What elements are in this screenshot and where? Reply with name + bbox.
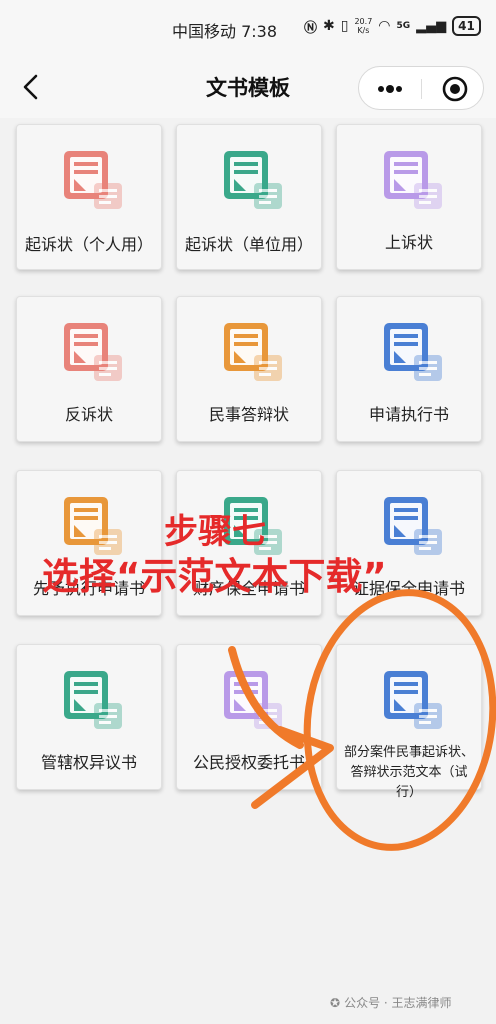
chat-doc-icon	[224, 323, 282, 381]
template-label: 管辖权异议书	[40, 753, 137, 772]
capsule-divider	[421, 79, 422, 99]
signal-label: 5G	[396, 21, 411, 31]
calendar-doc-icon	[64, 323, 122, 381]
net-speed-unit: K/s	[357, 26, 370, 35]
net-speed-value: 20.7	[354, 17, 373, 26]
template-label: 反诉状	[64, 405, 113, 424]
template-label: 申请执行书	[368, 405, 449, 424]
nfc-icon: Ⓝ	[304, 20, 318, 36]
watermark: ✪ 公众号 · 王志满律师	[330, 994, 452, 1011]
template-card[interactable]: 起诉状（个人用）	[16, 124, 162, 270]
mini-program-capsule	[358, 66, 484, 110]
gavel-doc-icon	[384, 323, 442, 381]
template-label: 起诉状（单位用）	[184, 235, 313, 254]
status-icons: Ⓝ ✱ ▯ 20.7 K/s ◠ 5G ▂▄▆ 41	[304, 16, 481, 36]
vibrate-icon: ▯	[340, 18, 349, 34]
template-card-sample-text[interactable]: 部分案件民事起诉状、答辩状示范文本（试行）	[336, 644, 482, 800]
net-speed: 20.7 K/s	[354, 17, 372, 35]
template-card[interactable]: 申请执行书	[336, 296, 482, 442]
list-doc-icon	[384, 497, 442, 555]
watermark-text: 公众号 · 王志满律师	[344, 996, 452, 1010]
template-label: 民事答辩状	[208, 405, 289, 424]
wifi-icon: ◠	[378, 18, 391, 34]
table-doc-icon	[64, 671, 122, 729]
template-card[interactable]: 公民授权委托书	[176, 644, 322, 790]
template-card[interactable]: 反诉状	[16, 296, 162, 442]
template-card[interactable]: 上诉状	[336, 124, 482, 270]
nav-bar: 文书模板	[0, 58, 496, 118]
more-icon[interactable]	[375, 75, 405, 103]
building-doc-icon	[224, 151, 282, 209]
scale-doc-icon	[384, 151, 442, 209]
hand-doc-icon	[224, 671, 282, 729]
signal-icon: ▂▄▆	[416, 18, 447, 34]
person-doc-icon	[64, 151, 122, 209]
wechat-icon: ✪	[330, 995, 341, 1010]
bluetooth-icon: ✱	[323, 18, 335, 34]
template-label: 公民授权委托书	[192, 753, 305, 772]
template-label: 部分案件民事起诉状、答辩状示范文本（试行）	[343, 745, 474, 800]
template-card[interactable]: 管辖权异议书	[16, 644, 162, 790]
template-label: 上诉状	[384, 233, 433, 252]
template-card[interactable]: 民事答辩状	[176, 296, 322, 442]
template-card[interactable]: 起诉状（单位用）	[176, 124, 322, 270]
status-bar: 中国移动 7:38 Ⓝ ✱ ▯ 20.7 K/s ◠ 5G ▂▄▆ 41	[0, 0, 496, 58]
close-target-icon[interactable]	[441, 75, 469, 103]
battery-indicator: 41	[452, 16, 481, 36]
file-doc-icon	[384, 671, 442, 729]
carrier-time: 中国移动 7:38	[172, 22, 278, 41]
instruction-label: 选择“示范文本下载”	[42, 555, 387, 598]
template-label: 起诉状（个人用）	[24, 235, 153, 254]
